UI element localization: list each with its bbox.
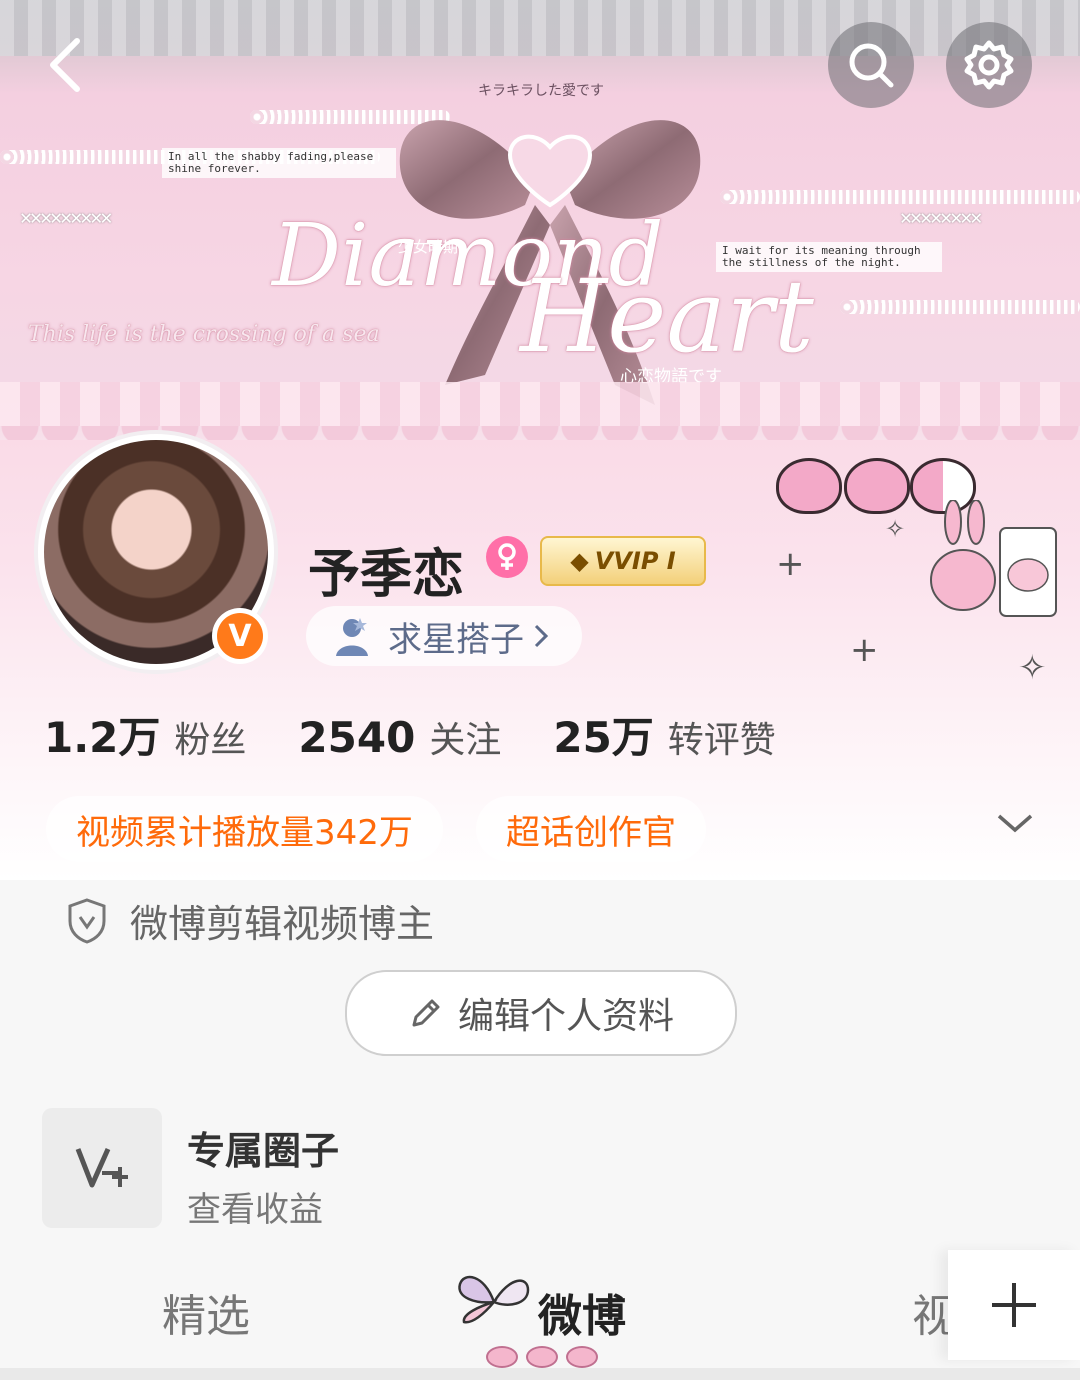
- search-button[interactable]: [828, 22, 914, 108]
- username: 予季恋: [308, 545, 465, 605]
- tab-featured[interactable]: 精选: [162, 1280, 250, 1344]
- tag-topic-creator[interactable]: 超话创作官: [476, 796, 706, 862]
- following-label[interactable]: 关注: [429, 711, 501, 763]
- pearl-string: [720, 190, 1080, 204]
- banner-small-title: 少女時期: [398, 238, 459, 256]
- sparkle-icon: ✧: [1018, 648, 1047, 688]
- following-count[interactable]: 2540: [298, 713, 415, 762]
- pearl-string: [840, 300, 1080, 314]
- v-plus-icon: [75, 1147, 128, 1188]
- star-partner-label: 求星搭子: [388, 619, 524, 660]
- verified-v-icon: V: [217, 613, 263, 659]
- banner-subtitle: This life is the crossing of a sea: [28, 322, 380, 347]
- add-tab-button[interactable]: [948, 1250, 1080, 1360]
- tab-weibo[interactable]: 微博: [538, 1280, 626, 1344]
- circle-title[interactable]: 专属圈子: [187, 1120, 339, 1175]
- bottom-divider: [0, 1368, 1080, 1380]
- tag-video-plays[interactable]: 视频累计播放量342万: [46, 796, 443, 862]
- diamond-icon: ◆: [570, 547, 589, 575]
- search-icon: [849, 43, 894, 88]
- apple-decoration-icon: [776, 458, 842, 514]
- sparkle-icon: ✧: [885, 515, 906, 543]
- profile-tabs: 精选 微博 视: [0, 1250, 1080, 1380]
- lace-border-top: [0, 0, 1080, 56]
- stats-row: 1.2万 粉丝 2540 关注 25万 转评赞: [44, 704, 828, 765]
- star-partner-button[interactable]: 求星搭子: [306, 606, 582, 666]
- bunny-milk-sticker: [930, 500, 1057, 617]
- verification-info[interactable]: 微博剪辑视频博主: [66, 893, 434, 948]
- followers-label[interactable]: 粉丝: [174, 711, 246, 763]
- star-person-icon: [336, 618, 368, 656]
- likes-label[interactable]: 转评赞: [668, 711, 776, 763]
- tab-indicator: [486, 1346, 598, 1368]
- vvip-label: VVIP I: [594, 547, 676, 575]
- verification-text: 微博剪辑视频博主: [130, 902, 435, 946]
- exclusive-circle-card[interactable]: [42, 1108, 162, 1228]
- vvip-badge[interactable]: ◆ VVIP I: [540, 536, 706, 586]
- circle-subtitle[interactable]: 查看收益: [187, 1182, 323, 1231]
- followers-count[interactable]: 1.2万: [44, 704, 160, 765]
- edit-profile-label: 编辑个人资料: [457, 996, 674, 1037]
- x-pattern: ✕✕✕✕✕✕✕✕: [900, 205, 982, 229]
- profile-banner[interactable]: キラキラした愛です In all the shabby fading,pleas…: [0, 0, 1080, 470]
- settings-button[interactable]: [946, 22, 1032, 108]
- shield-icon: [68, 897, 106, 944]
- likes-count[interactable]: 25万: [553, 704, 653, 765]
- ribbon-strip: [0, 382, 1080, 426]
- apple-decoration-icon: [844, 458, 910, 514]
- back-arrow-icon: [50, 38, 80, 92]
- banner-script-title-2: Heart: [520, 258, 814, 375]
- sparkle-icon: +: [850, 630, 879, 670]
- x-pattern: ✕✕✕✕✕✕✕✕✕: [20, 205, 112, 229]
- plus-icon: [992, 1283, 1036, 1327]
- chevron-down-icon[interactable]: [995, 810, 1035, 836]
- verified-badge: V: [212, 608, 268, 664]
- banner-quote-left: In all the shabby fading,please shine fo…: [162, 148, 396, 178]
- gear-icon: [964, 40, 1014, 90]
- butterfly-icon: [458, 1275, 530, 1324]
- sparkle-icon: +: [776, 544, 805, 584]
- edit-profile-button[interactable]: 编辑个人资料: [345, 970, 737, 1056]
- pencil-icon: [412, 999, 440, 1027]
- back-button[interactable]: [30, 30, 100, 100]
- female-gender-icon: [486, 536, 528, 578]
- chevron-right-icon: [534, 624, 549, 648]
